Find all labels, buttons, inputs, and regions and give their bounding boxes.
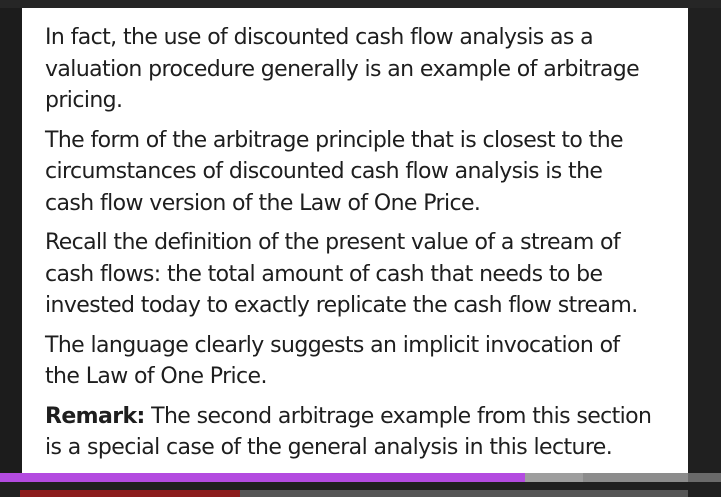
- top-bar: [0, 0, 721, 8]
- slide-content: In fact, the use of discounted cash flow…: [22, 8, 688, 482]
- paragraph-2-line-1: The form of the arbitrage principle that…: [45, 127, 624, 153]
- paragraph-1: In fact, the use of discounted cash flow…: [45, 22, 688, 117]
- paragraph-1-line-2: valuation procedure generally is an exam…: [45, 56, 640, 82]
- remark-line-2: is a special case of the general analysi…: [45, 435, 613, 460]
- paragraph-4-line-2: the Law of One Price.: [45, 364, 267, 389]
- paragraph-2-line-2: circumstances of discounted cash flow an…: [45, 159, 603, 184]
- remark-label: Remark:: [45, 403, 145, 429]
- paragraph-1-line-3: pricing.: [45, 88, 123, 113]
- paragraph-2: The form of the arbitrage principle that…: [45, 125, 688, 220]
- remark-line-1: Remark: The second arbitrage example fro…: [45, 401, 688, 433]
- remark-paragraph: Remark: The second arbitrage example fro…: [45, 401, 688, 464]
- remark-line-1-text: The second arbitrage example from this s…: [144, 403, 652, 429]
- paragraph-3-line-1: Recall the definition of the present val…: [45, 230, 621, 255]
- paragraph-4: The language clearly suggests an implici…: [45, 330, 688, 393]
- paragraph-3: Recall the definition of the present val…: [45, 227, 688, 322]
- paragraph-2-line-3: cash flow version of the Law of One Pric…: [45, 190, 481, 216]
- right-letterbox: [688, 8, 721, 482]
- video-progress-played[interactable]: [0, 473, 525, 482]
- footer-accent-bar: [20, 490, 240, 497]
- paragraph-3-line-2: cash flows: the total amount of cash tha…: [45, 261, 603, 287]
- paragraph-3-line-3: invested today to exactly replicate the …: [45, 293, 638, 318]
- footer-info-bar: [240, 490, 688, 497]
- paragraph-4-line-1: The language clearly suggests an implici…: [45, 332, 620, 358]
- paragraph-1-line-1: In fact, the use of discounted cash flow…: [45, 25, 594, 50]
